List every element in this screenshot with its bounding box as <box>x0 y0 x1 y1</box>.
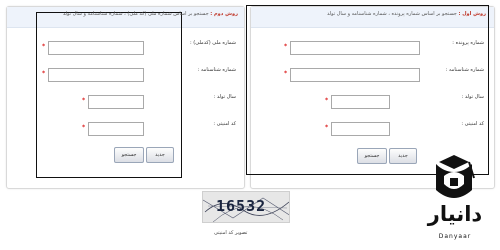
new-button[interactable]: جدید <box>389 148 417 164</box>
label-birth-year: سال تولد : <box>461 94 484 100</box>
captcha-caption: تصویر کد امنیتی <box>214 230 248 236</box>
label-national-code: شماره ملی (کدملی) : <box>190 40 236 46</box>
required-mark: * <box>82 97 86 104</box>
panel-title-method-2: روش دوم : جستجو بر اساس شماره ملی (کد مل… <box>63 11 238 17</box>
required-mark: * <box>284 43 288 50</box>
required-mark: * <box>284 70 288 77</box>
required-mark: * <box>42 43 46 50</box>
security-code-input[interactable] <box>331 122 390 136</box>
captcha-code: 16532 <box>216 197 267 215</box>
title-text: جستجو بر اساس شماره ملی (کد ملی) ، شماره… <box>62 11 209 17</box>
required-mark: * <box>82 124 86 131</box>
title-prefix: روش اول : <box>458 11 486 17</box>
brand-latin-name: Danyaar <box>438 233 472 240</box>
birth-year-input[interactable] <box>88 95 144 109</box>
required-mark: * <box>42 70 46 77</box>
file-number-input[interactable] <box>290 41 420 55</box>
title-prefix: روش دوم : <box>210 11 238 17</box>
label-birth-year: سال تولد : <box>213 94 236 100</box>
required-mark: * <box>325 97 329 104</box>
search-button[interactable]: جستجو <box>357 148 387 164</box>
brand-logo: دانیار Danyaar <box>414 150 496 246</box>
graduation-cap-logo-icon <box>436 155 475 198</box>
title-text: جستجو بر اساس شماره پرونده ، شماره شناسن… <box>326 11 457 17</box>
label-id-number: شماره شناسنامه : <box>445 67 484 73</box>
security-code-input[interactable] <box>88 122 144 136</box>
id-number-input[interactable] <box>48 68 144 82</box>
captcha-image: 16532 <box>202 191 290 223</box>
national-code-input[interactable] <box>48 41 144 55</box>
panel-title-method-1: روش اول : جستجو بر اساس شماره پرونده ، ش… <box>327 11 486 17</box>
brand-name: دانیار <box>427 202 483 226</box>
search-button[interactable]: جستجو <box>114 147 144 163</box>
required-mark: * <box>325 124 329 131</box>
label-security-code: کد امنیتی : <box>213 121 236 127</box>
label-id-number: شماره شناسنامه : <box>197 67 236 73</box>
new-button[interactable]: جدید <box>146 147 174 163</box>
id-number-input[interactable] <box>290 68 420 82</box>
birth-year-input[interactable] <box>331 95 390 109</box>
label-security-code: کد امنیتی : <box>461 121 484 127</box>
label-file-number: شماره پرونده : <box>452 40 484 46</box>
